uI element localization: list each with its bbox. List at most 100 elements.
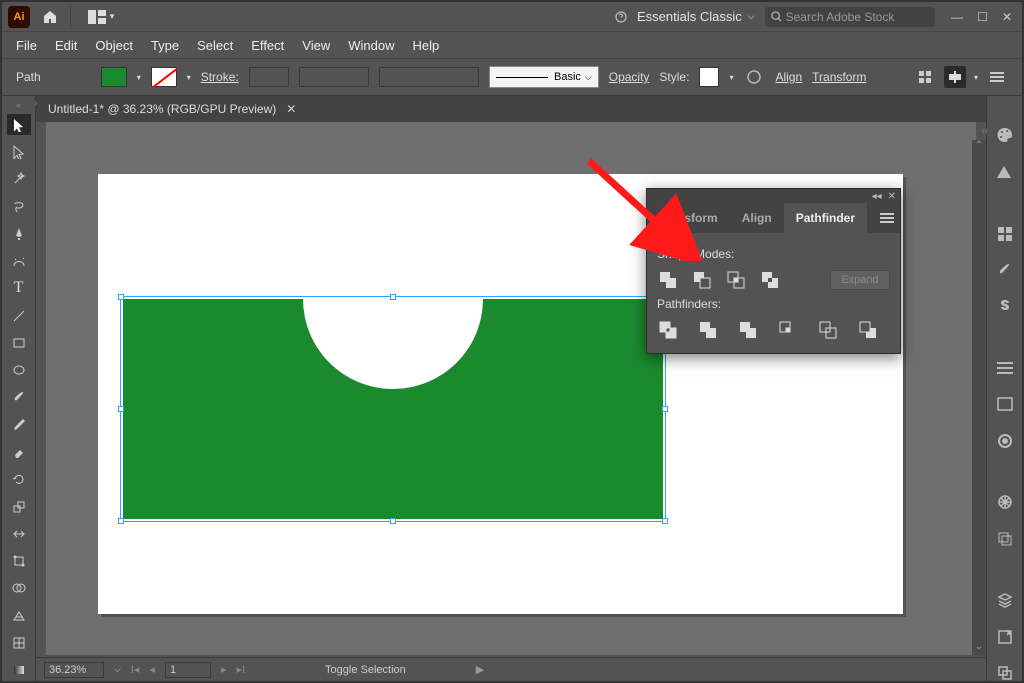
- graphic-styles-icon[interactable]: [993, 531, 1017, 547]
- outline-icon[interactable]: [817, 319, 839, 341]
- tab-pathfinder[interactable]: Pathfinder: [784, 203, 867, 233]
- menu-edit[interactable]: Edit: [55, 38, 77, 53]
- eraser-tool[interactable]: [7, 441, 31, 462]
- minus-back-icon[interactable]: [857, 319, 879, 341]
- style-label: Style:: [659, 70, 689, 84]
- perspective-tool[interactable]: [7, 605, 31, 626]
- brushes-icon[interactable]: [993, 262, 1017, 278]
- minimize-button[interactable]: —: [951, 10, 963, 24]
- tab-transform[interactable]: Transform: [647, 203, 730, 233]
- close-tab-icon[interactable]: ✕: [286, 102, 296, 116]
- color-panel-icon[interactable]: [993, 126, 1017, 144]
- home-icon[interactable]: [40, 7, 60, 27]
- menu-file[interactable]: File: [16, 38, 37, 53]
- menu-window[interactable]: Window: [348, 38, 394, 53]
- opacity-link[interactable]: Opacity: [609, 70, 650, 84]
- appearance-icon[interactable]: [993, 494, 1017, 510]
- nav-next-icon[interactable]: ▸: [221, 663, 227, 676]
- panel-menu-icon[interactable]: [986, 66, 1008, 88]
- menu-view[interactable]: View: [302, 38, 330, 53]
- asset-export-icon[interactable]: [993, 629, 1017, 645]
- artboards-icon[interactable]: [993, 665, 1017, 681]
- scale-tool[interactable]: [7, 496, 31, 517]
- menu-select[interactable]: Select: [197, 38, 233, 53]
- var-width-profile[interactable]: [299, 67, 369, 87]
- maximize-button[interactable]: ☐: [977, 10, 988, 24]
- close-panel-icon[interactable]: ✕: [888, 191, 896, 202]
- zoom-combo[interactable]: 36.23%: [44, 662, 104, 678]
- nav-last-icon[interactable]: ▸I: [236, 663, 245, 676]
- vertical-scrollbar[interactable]: ⌃ ⌄: [972, 140, 986, 655]
- gradient-panel-icon[interactable]: [993, 396, 1017, 412]
- fill-swatch[interactable]: [101, 67, 127, 87]
- chevron-down-icon[interactable]: ⌵: [748, 11, 755, 22]
- selection-tool[interactable]: [7, 114, 31, 135]
- shape-builder-tool[interactable]: [7, 578, 31, 599]
- pencil-tool[interactable]: [7, 414, 31, 435]
- document-tab[interactable]: Untitled-1* @ 36.23% (RGB/GPU Preview) ✕: [36, 96, 308, 122]
- pen-tool[interactable]: [7, 223, 31, 244]
- menu-help[interactable]: Help: [412, 38, 439, 53]
- symbols-icon[interactable]: [993, 298, 1017, 314]
- free-transform-tool[interactable]: [7, 551, 31, 572]
- play-icon[interactable]: ▶: [476, 663, 484, 676]
- rotate-tool[interactable]: [7, 469, 31, 490]
- menu-effect[interactable]: Effect: [251, 38, 284, 53]
- panel-flyout-icon[interactable]: [874, 203, 900, 233]
- artboard-number[interactable]: 1: [165, 662, 211, 678]
- layers-icon[interactable]: [993, 592, 1017, 608]
- tools-panel: « T: [2, 96, 36, 681]
- minus-front-icon[interactable]: [691, 269, 713, 291]
- swatches-icon[interactable]: [993, 226, 1017, 242]
- gradient-tool[interactable]: [7, 660, 31, 681]
- stroke-swatch[interactable]: [151, 67, 177, 87]
- transparency-icon[interactable]: [993, 433, 1017, 449]
- align-link[interactable]: Align: [775, 70, 802, 84]
- ellipse-shown-tool[interactable]: [7, 360, 31, 381]
- transform-link[interactable]: Transform: [812, 70, 866, 84]
- menu-object[interactable]: Object: [95, 38, 133, 53]
- isolate-icon[interactable]: [914, 66, 936, 88]
- close-button[interactable]: ✕: [1002, 10, 1012, 24]
- workspace-switcher[interactable]: Essentials Classic: [637, 9, 742, 24]
- mesh-tool[interactable]: [7, 632, 31, 653]
- curvature-tool[interactable]: [7, 250, 31, 271]
- collapse-panel-icon[interactable]: ◂◂: [872, 191, 882, 202]
- pathfinder-panel[interactable]: ◂◂ ✕ Transform Align Pathfinder Shape Mo…: [646, 188, 901, 354]
- unite-icon[interactable]: [657, 269, 679, 291]
- tab-align[interactable]: Align: [730, 203, 784, 233]
- crop-icon[interactable]: [777, 319, 799, 341]
- width-tool[interactable]: [7, 523, 31, 544]
- type-tool[interactable]: T: [7, 278, 31, 299]
- recolor-icon[interactable]: [743, 66, 765, 88]
- rectangle-tool[interactable]: [7, 332, 31, 353]
- menu-type[interactable]: Type: [151, 38, 179, 53]
- align-to-icon[interactable]: [944, 66, 966, 88]
- selected-path[interactable]: [123, 299, 663, 519]
- trim-icon[interactable]: [697, 319, 719, 341]
- arrange-docs-icon[interactable]: ▾: [81, 7, 121, 27]
- nav-prev-icon[interactable]: ◂: [149, 663, 155, 676]
- line-tool[interactable]: [7, 305, 31, 326]
- color-guide-icon[interactable]: [993, 164, 1017, 180]
- chevron-down-icon[interactable]: ⌵: [114, 664, 121, 675]
- learn-icon[interactable]: [611, 7, 631, 27]
- expand-button: Expand: [830, 270, 890, 290]
- stroke-panel-icon[interactable]: [993, 360, 1017, 376]
- lasso-tool[interactable]: [7, 196, 31, 217]
- direct-select-tool[interactable]: [7, 141, 31, 162]
- paintbrush-tool[interactable]: [7, 387, 31, 408]
- magic-wand-tool[interactable]: [7, 169, 31, 190]
- divide-icon[interactable]: [657, 319, 679, 341]
- exclude-icon[interactable]: [759, 269, 781, 291]
- brush-definition[interactable]: Basic⌵: [489, 66, 599, 88]
- stroke-weight-input[interactable]: [249, 67, 289, 87]
- brush-combo[interactable]: [379, 67, 479, 87]
- menu-bar: File Edit Object Type Select Effect View…: [2, 32, 1022, 58]
- graphic-style-swatch[interactable]: [699, 67, 719, 87]
- merge-icon[interactable]: [737, 319, 759, 341]
- nav-first-icon[interactable]: I◂: [131, 663, 140, 676]
- intersect-icon[interactable]: [725, 269, 747, 291]
- search-stock-field[interactable]: Search Adobe Stock: [765, 7, 935, 27]
- stroke-label: Stroke:: [201, 70, 239, 84]
